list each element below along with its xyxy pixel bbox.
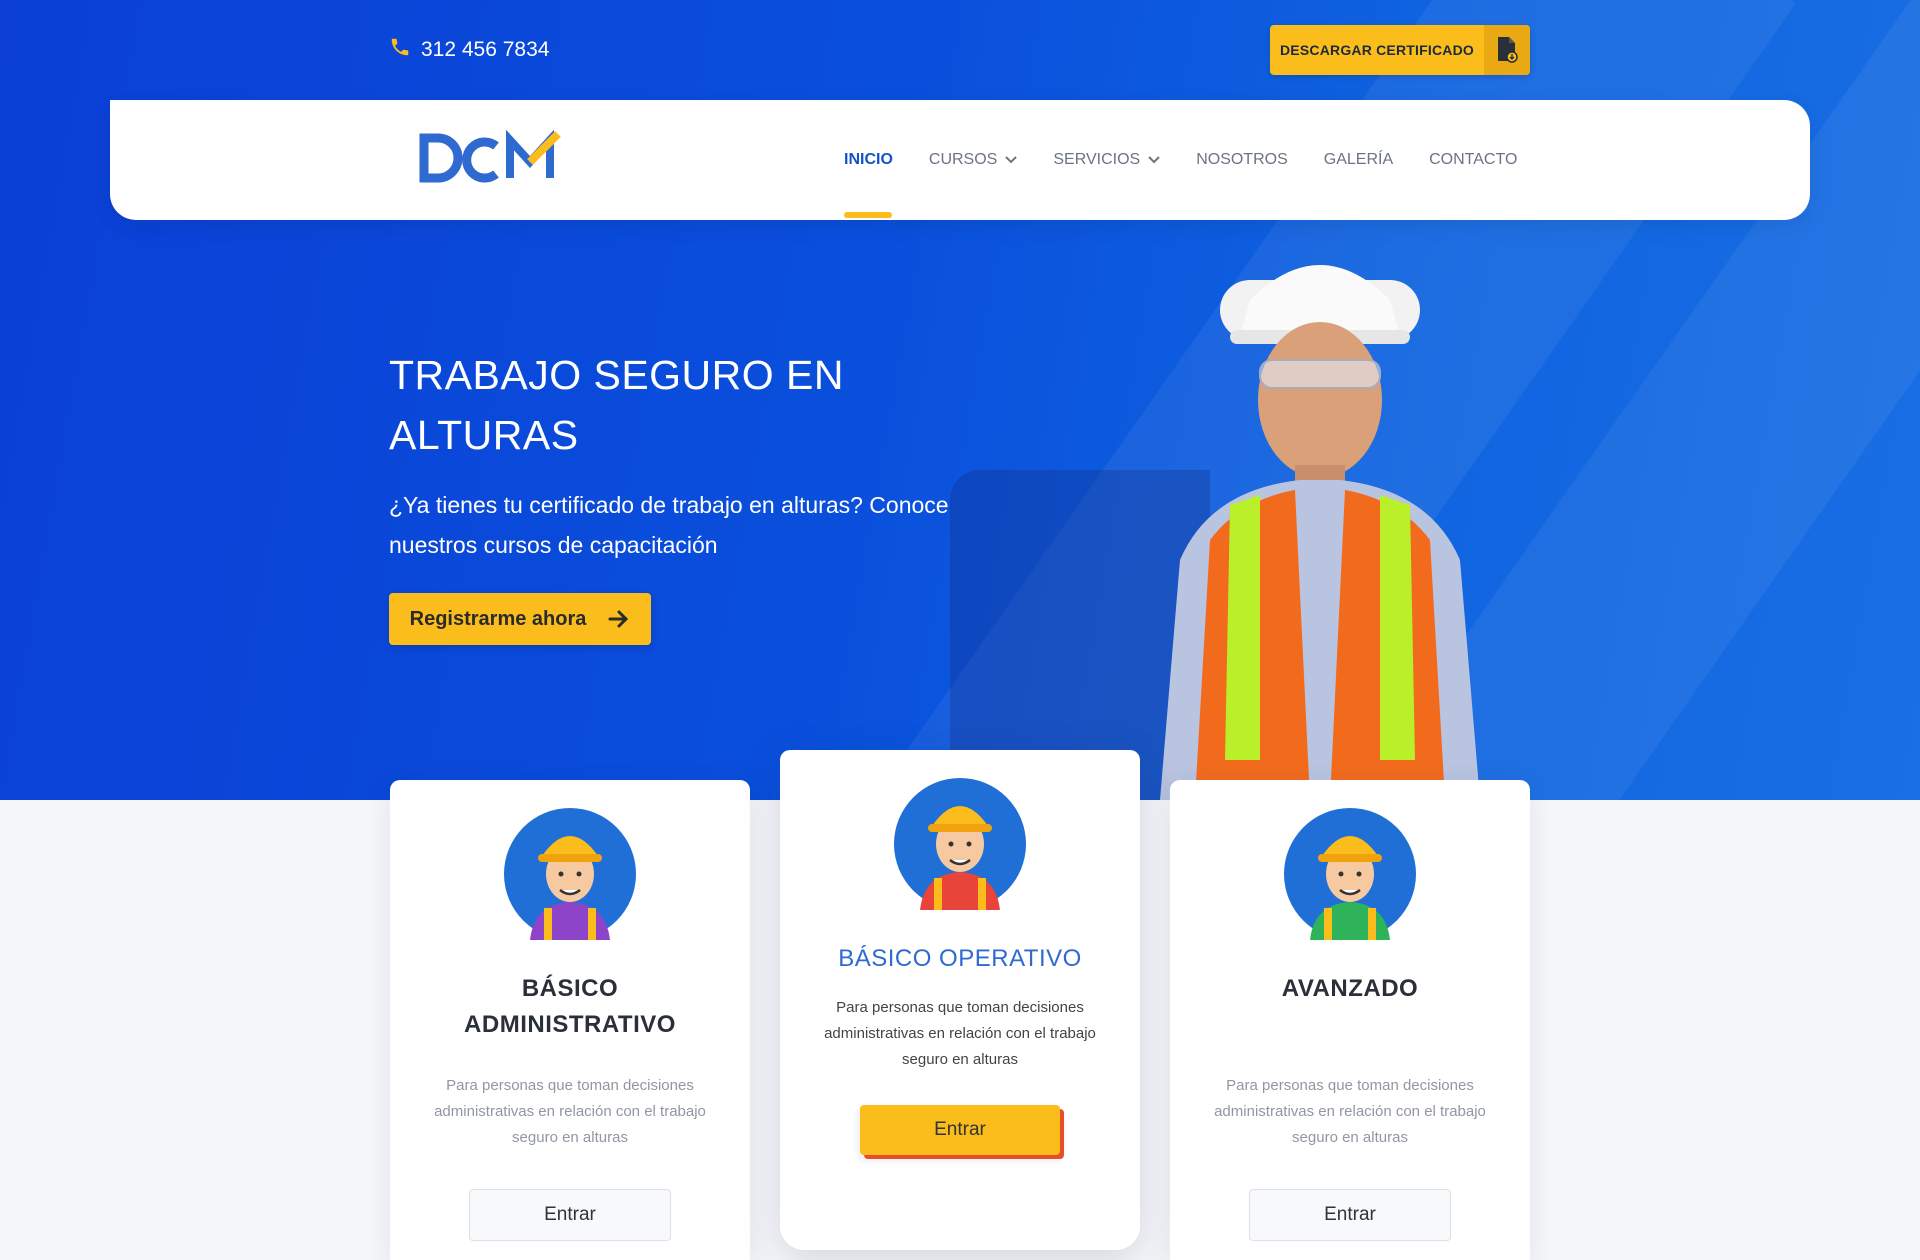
course-card-basico-operativo: BÁSICO OPERATIVO Para personas que toman… <box>780 750 1140 1250</box>
hero-subtitle: ¿Ya tienes tu certificado de trabajo en … <box>389 492 949 558</box>
worker-avatar-icon <box>894 778 1026 910</box>
worker-avatar-icon <box>1284 808 1416 940</box>
chevron-down-icon <box>1005 156 1018 164</box>
hero-title: TRABAJO SEGURO EN ALTURAS <box>389 352 845 458</box>
course-card-avanzado: AVANZADO Para personas que toman decisio… <box>1170 780 1530 1260</box>
nav-item-label: CONTACTO <box>1429 151 1518 168</box>
enter-button[interactable]: Entrar <box>860 1105 1060 1155</box>
phone-icon <box>389 36 411 64</box>
file-download-icon <box>1484 25 1530 75</box>
register-button[interactable]: Registrarme ahora <box>389 593 651 645</box>
phone-contact[interactable]: 312 456 7834 <box>389 36 549 64</box>
nav-item-nosotros[interactable]: NOSOTROS <box>1196 151 1288 169</box>
nav-item-label: CURSOS <box>928 151 998 168</box>
nav-item-label: INICIO <box>844 151 893 168</box>
nav-active-indicator <box>844 212 892 218</box>
card-description: Para personas que toman decisiones admin… <box>1214 1077 1486 1146</box>
arrow-right-icon <box>608 610 629 628</box>
course-card-basico-administrativo: BÁSICO ADMINISTRATIVO Para personas que … <box>390 780 750 1260</box>
nav-item-inicio[interactable]: INICIO <box>844 151 893 169</box>
worker-avatar-icon <box>504 808 636 940</box>
card-title: BÁSICO ADMINISTRATIVO <box>464 975 676 1038</box>
nav-item-label: GALERÍA <box>1323 151 1394 168</box>
card-title: AVANZADO <box>1281 975 1419 1002</box>
dcm-logo[interactable] <box>418 129 564 191</box>
nav-item-servicios[interactable]: SERVICIOS <box>1053 151 1160 169</box>
nav-item-label: NOSOTROS <box>1196 151 1288 168</box>
nav-item-label: SERVICIOS <box>1053 151 1141 168</box>
enter-button[interactable]: Entrar <box>1249 1189 1451 1241</box>
chevron-down-icon <box>1148 156 1160 164</box>
nav-item-cursos[interactable]: CURSOS <box>928 151 1018 169</box>
download-certificate-button[interactable]: DESCARGAR CERTIFICADO <box>1270 25 1530 75</box>
card-title: BÁSICO OPERATIVO <box>838 945 1082 972</box>
card-description: Para personas que toman decisiones admin… <box>434 1077 706 1146</box>
nav-item-contacto[interactable]: CONTACTO <box>1429 151 1517 169</box>
phone-number: 312 456 7834 <box>421 38 550 61</box>
enter-button[interactable]: Entrar <box>469 1189 671 1241</box>
card-description: Para personas que toman decisiones admin… <box>824 999 1096 1068</box>
worker-photo <box>1160 265 1480 800</box>
nav-item-galeria[interactable]: GALERÍA <box>1324 151 1393 169</box>
main-navbar: INICIO CURSOS SERVICIOS NOSOTROS GALERÍA… <box>110 100 1810 220</box>
main-nav: INICIO CURSOS SERVICIOS NOSOTROS GALERÍA… <box>844 100 1553 220</box>
download-certificate-label: DESCARGAR CERTIFICADO <box>1280 42 1474 58</box>
register-button-label: Registrarme ahora <box>409 607 587 630</box>
